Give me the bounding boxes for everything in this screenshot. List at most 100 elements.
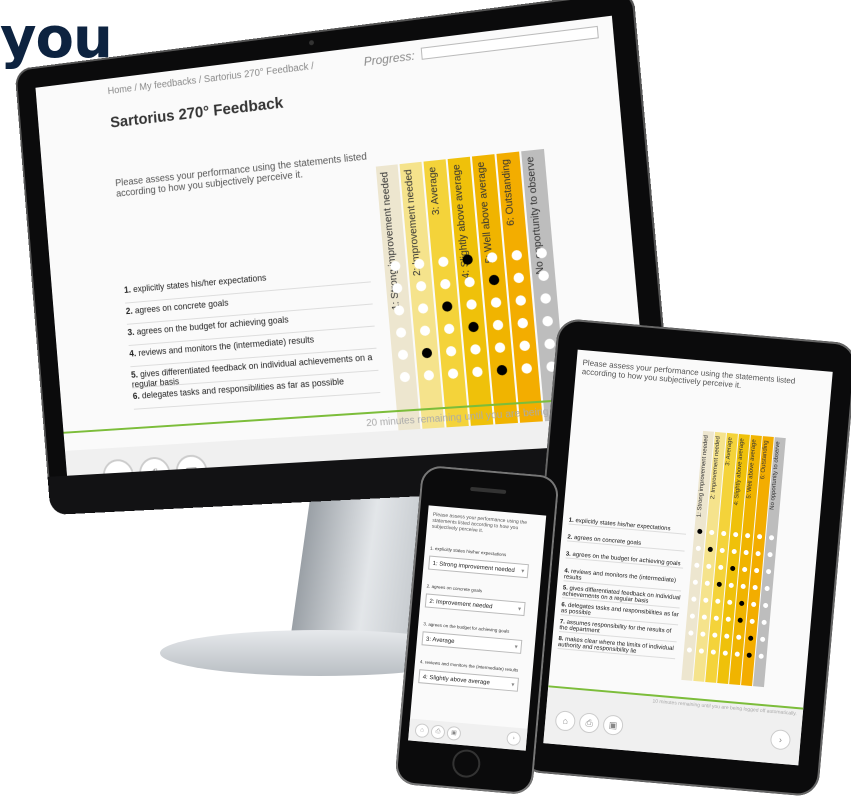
rating-radio[interactable] bbox=[732, 531, 739, 538]
phone-rating-select[interactable]: 2: Improvement needed bbox=[424, 593, 526, 617]
phone-home-button[interactable] bbox=[451, 748, 482, 779]
rating-radio[interactable] bbox=[393, 304, 405, 316]
rating-radio[interactable] bbox=[513, 272, 525, 284]
rating-radio[interactable] bbox=[715, 598, 721, 604]
rating-radio[interactable] bbox=[686, 647, 693, 653]
rating-radio[interactable] bbox=[734, 651, 740, 657]
rating-radio[interactable] bbox=[755, 550, 761, 557]
rating-radio[interactable] bbox=[439, 278, 451, 290]
rating-radio[interactable] bbox=[716, 581, 722, 588]
rating-radio[interactable] bbox=[749, 618, 755, 625]
rating-radio[interactable] bbox=[399, 371, 411, 383]
rating-radio[interactable] bbox=[753, 567, 760, 574]
rating-radio[interactable] bbox=[731, 548, 737, 555]
rating-radio[interactable] bbox=[700, 631, 706, 637]
rating-radio[interactable] bbox=[727, 599, 733, 606]
rating-radio[interactable] bbox=[703, 597, 709, 603]
rating-radio[interactable] bbox=[728, 582, 734, 589]
rating-radio[interactable] bbox=[421, 347, 433, 359]
rating-radio[interactable] bbox=[517, 317, 529, 329]
rating-radio[interactable] bbox=[746, 652, 752, 658]
print-icon[interactable]: ⎙ bbox=[430, 724, 446, 740]
rating-radio[interactable] bbox=[494, 342, 506, 354]
rating-radio[interactable] bbox=[389, 260, 401, 272]
rating-radio[interactable] bbox=[486, 251, 498, 264]
rating-radio[interactable] bbox=[765, 568, 772, 575]
rating-radio[interactable] bbox=[710, 649, 717, 655]
rating-radio[interactable] bbox=[692, 579, 699, 585]
rating-radio[interactable] bbox=[721, 530, 727, 537]
rating-radio[interactable] bbox=[391, 282, 403, 294]
rating-radio[interactable] bbox=[471, 366, 483, 378]
rating-radio[interactable] bbox=[437, 256, 449, 268]
rating-radio[interactable] bbox=[541, 315, 554, 327]
next-icon[interactable]: › bbox=[769, 728, 792, 751]
print-icon[interactable]: ⎙ bbox=[578, 712, 601, 734]
phone-rating-select[interactable]: 1: Strong improvement needed bbox=[428, 555, 529, 579]
rating-radio[interactable] bbox=[712, 632, 718, 638]
rating-radio[interactable] bbox=[443, 323, 455, 335]
rating-radio[interactable] bbox=[469, 343, 482, 355]
home-icon[interactable]: ⌂ bbox=[554, 710, 577, 732]
rating-radio[interactable] bbox=[695, 545, 702, 552]
rating-radio[interactable] bbox=[441, 300, 453, 312]
rating-radio[interactable] bbox=[707, 546, 713, 553]
rating-radio[interactable] bbox=[744, 532, 751, 539]
rating-radio[interactable] bbox=[395, 327, 407, 339]
rating-radio[interactable] bbox=[756, 533, 763, 540]
rating-radio[interactable] bbox=[740, 583, 746, 590]
rating-radio[interactable] bbox=[694, 562, 700, 569]
rating-radio[interactable] bbox=[697, 528, 703, 535]
rating-radio[interactable] bbox=[688, 630, 694, 636]
rating-radio[interactable] bbox=[752, 584, 758, 591]
rating-radio[interactable] bbox=[466, 298, 478, 311]
rating-radio[interactable] bbox=[464, 276, 476, 288]
rating-radio[interactable] bbox=[737, 617, 743, 623]
rating-radio[interactable] bbox=[511, 249, 523, 261]
rating-radio[interactable] bbox=[722, 650, 729, 656]
rating-radio[interactable] bbox=[488, 274, 500, 286]
rating-radio[interactable] bbox=[519, 340, 531, 352]
rating-radio[interactable] bbox=[701, 614, 708, 620]
rating-radio[interactable] bbox=[724, 633, 730, 639]
rating-radio[interactable] bbox=[741, 566, 748, 573]
rating-radio[interactable] bbox=[515, 294, 527, 307]
next-icon[interactable]: › bbox=[506, 731, 522, 747]
rating-radio[interactable] bbox=[417, 302, 429, 314]
rating-radio[interactable] bbox=[709, 529, 715, 536]
rating-radio[interactable] bbox=[492, 319, 504, 331]
rating-radio[interactable] bbox=[521, 362, 533, 374]
rating-radio[interactable] bbox=[691, 596, 697, 602]
rating-radio[interactable] bbox=[767, 551, 773, 558]
rating-radio[interactable] bbox=[423, 369, 435, 381]
rating-radio[interactable] bbox=[713, 615, 720, 621]
phone-rating-select[interactable]: 4: Slightly above average bbox=[418, 669, 519, 692]
rating-radio[interactable] bbox=[761, 619, 767, 626]
rating-radio[interactable] bbox=[704, 580, 711, 586]
rating-radio[interactable] bbox=[535, 247, 548, 259]
rating-radio[interactable] bbox=[490, 296, 502, 309]
rating-radio[interactable] bbox=[718, 564, 724, 571]
rating-radio[interactable] bbox=[747, 635, 754, 641]
rating-radio[interactable] bbox=[496, 364, 508, 376]
home-icon[interactable]: ⌂ bbox=[414, 723, 430, 739]
rating-radio[interactable] bbox=[462, 254, 474, 266]
rating-radio[interactable] bbox=[764, 585, 770, 592]
rating-radio[interactable] bbox=[758, 653, 764, 659]
rating-radio[interactable] bbox=[543, 338, 556, 350]
rating-radio[interactable] bbox=[719, 547, 725, 554]
save-icon[interactable]: ▣ bbox=[602, 714, 624, 736]
rating-radio[interactable] bbox=[467, 321, 480, 333]
phone-rating-select[interactable]: 3: Average bbox=[421, 631, 523, 654]
rating-radio[interactable] bbox=[537, 270, 550, 282]
rating-radio[interactable] bbox=[698, 648, 705, 654]
rating-radio[interactable] bbox=[445, 345, 457, 357]
save-icon[interactable]: ▣ bbox=[446, 725, 462, 741]
rating-radio[interactable] bbox=[419, 325, 431, 337]
rating-radio[interactable] bbox=[762, 602, 769, 609]
rating-radio[interactable] bbox=[768, 534, 775, 541]
rating-radio[interactable] bbox=[397, 349, 409, 361]
rating-radio[interactable] bbox=[736, 634, 742, 640]
rating-radio[interactable] bbox=[743, 549, 749, 556]
rating-radio[interactable] bbox=[725, 616, 731, 622]
